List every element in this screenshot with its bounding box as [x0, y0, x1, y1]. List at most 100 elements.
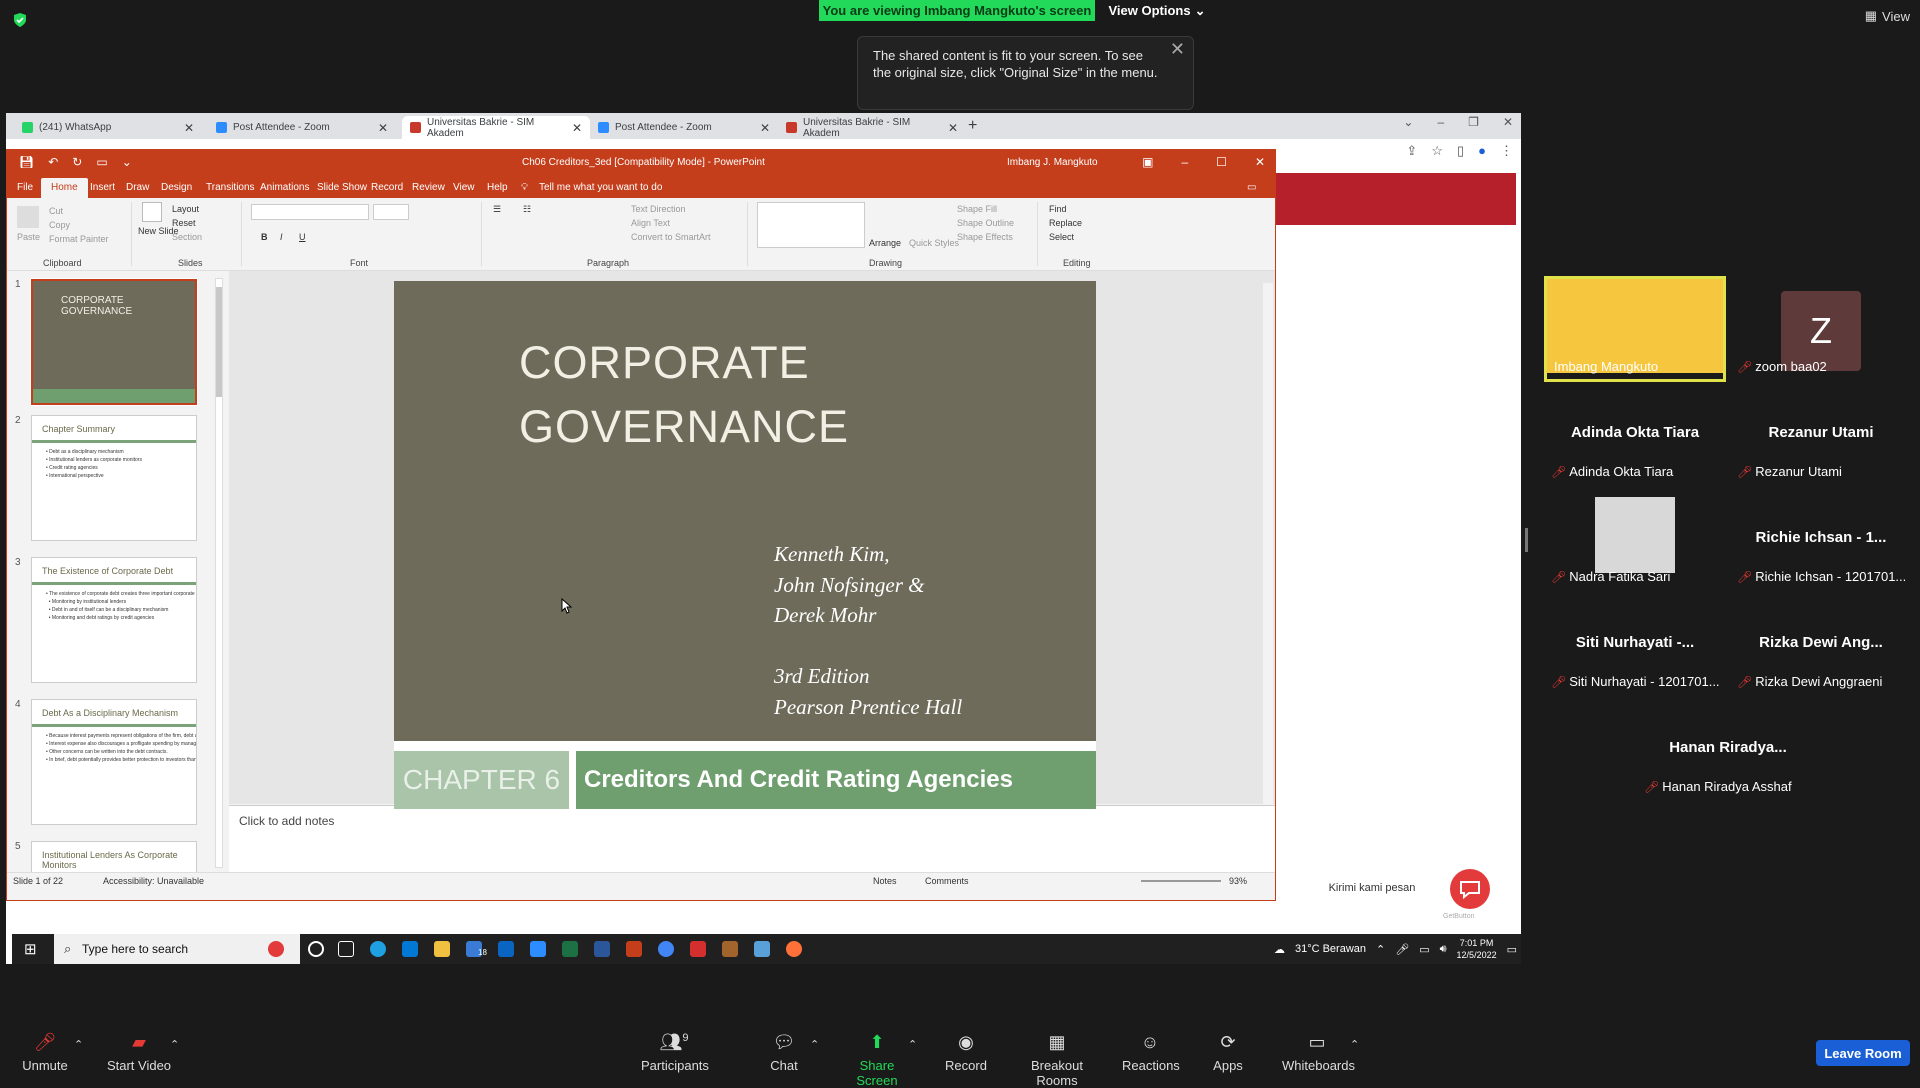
ribbon-display-icon[interactable]: ▣	[1142, 155, 1153, 169]
file-explorer-icon[interactable]	[434, 941, 450, 957]
browser-tab-bakrie-2[interactable]: Universitas Bakrie - SIM Akadem ✕	[778, 116, 966, 139]
slide-1[interactable]: CORPORATE GOVERNANCE Kenneth Kim, John Nof…	[394, 281, 1096, 809]
close-icon[interactable]: ✕	[1170, 40, 1185, 58]
maximize-icon[interactable]: ☐	[1216, 155, 1227, 169]
edge-icon[interactable]	[370, 941, 386, 957]
scrollbar-thumb[interactable]	[216, 287, 222, 397]
taskbar-search[interactable]: Type here to search	[54, 934, 300, 964]
notifications-icon[interactable]: ▭	[1507, 943, 1517, 956]
paste-button[interactable]: Paste	[17, 232, 40, 242]
new-slide-icon[interactable]	[142, 202, 162, 222]
slide-thumbnail-3[interactable]: The Existence of Corporate Debt • The exi…	[31, 557, 197, 683]
chevron-up-icon[interactable]: ⌃	[74, 1038, 83, 1051]
tab-view[interactable]: View	[453, 182, 475, 193]
redo-icon[interactable]: ↻	[72, 155, 82, 169]
leave-room-button[interactable]: Leave Room	[1816, 1040, 1910, 1066]
minimize-icon[interactable]: –	[1437, 115, 1444, 129]
participant-tile-siti[interactable]: Siti Nurhayati -... 🎤︎ Siti Nurhayati - 1…	[1544, 594, 1726, 694]
align-text-button[interactable]: Align Text	[631, 218, 670, 228]
windows-start-icon[interactable]: ⊞	[24, 940, 37, 958]
quick-styles-button[interactable]: Quick Styles	[909, 238, 959, 248]
close-icon[interactable]: ✕	[184, 121, 194, 135]
chevron-up-icon[interactable]: ⌃	[170, 1038, 179, 1051]
shape-fill-button[interactable]: Shape Fill	[957, 204, 997, 214]
cortana-icon[interactable]	[308, 941, 324, 957]
select-button[interactable]: Select	[1049, 232, 1074, 242]
tab-file[interactable]: File	[17, 182, 33, 193]
chat-widget-button[interactable]	[1450, 869, 1490, 909]
word-icon[interactable]	[594, 941, 610, 957]
view-options-button[interactable]: View Options ⌄	[1103, 0, 1211, 21]
participant-tile-richie[interactable]: Richie Ichsan - 1... 🎤︎ Richie Ichsan - 1…	[1730, 489, 1912, 589]
browser-tab-zoom-2[interactable]: Post Attendee - Zoom ✕	[590, 116, 778, 139]
slide-thumbnail-1[interactable]: CORPORATE GOVERNANCE	[30, 278, 198, 406]
zoom-slider[interactable]	[1141, 880, 1221, 882]
chat-button[interactable]: 💬︎ Chat	[766, 1032, 802, 1073]
chevron-up-icon[interactable]: ⌃	[810, 1038, 819, 1051]
tab-draw[interactable]: Draw	[126, 182, 149, 193]
more-icon[interactable]: ⋮	[1500, 143, 1513, 159]
share-icon[interactable]: ⇪	[1406, 143, 1417, 159]
close-icon[interactable]: ✕	[378, 121, 388, 135]
gallery-resize-handle[interactable]	[1525, 528, 1528, 552]
tab-insert[interactable]: Insert	[90, 182, 115, 193]
chevron-up-icon[interactable]: ⌃	[908, 1038, 917, 1051]
section-button[interactable]: Section	[172, 232, 202, 242]
whiteboards-button[interactable]: ▭ Whiteboards	[1282, 1032, 1355, 1073]
app-icon[interactable]	[722, 941, 738, 957]
close-icon[interactable]: ✕	[1255, 155, 1265, 169]
start-video-button[interactable]: ▰ Start Video	[106, 1032, 172, 1073]
reactions-button[interactable]: ☺ Reactions	[1122, 1032, 1180, 1073]
text-direction-button[interactable]: Text Direction	[631, 204, 686, 214]
numbering-icon[interactable]: ☷	[523, 204, 531, 215]
tell-me-search[interactable]: Tell me what you want to do	[539, 182, 662, 193]
participant-tile-imbang[interactable]: Imbang Mangkuto	[1544, 276, 1726, 382]
task-view-icon[interactable]	[338, 941, 354, 957]
bold-icon[interactable]: B	[261, 232, 268, 242]
volume-icon[interactable]: 🔊︎	[1440, 943, 1447, 956]
participant-tile-hanan[interactable]: Hanan Riradya... 🎤︎ Hanan Riradya Asshaf	[1637, 699, 1819, 799]
network-icon[interactable]: ▭	[1419, 943, 1429, 956]
star-icon[interactable]: ☆	[1431, 143, 1443, 159]
view-menu-button[interactable]: ▦ View	[1865, 8, 1910, 24]
close-icon[interactable]: ✕	[948, 121, 958, 135]
zoom-icon[interactable]	[530, 941, 546, 957]
restore-icon[interactable]: ❐	[1468, 115, 1479, 129]
participants-button[interactable]: 👥︎9 Participants	[641, 1032, 709, 1073]
arrange-button[interactable]: Arrange	[869, 238, 901, 248]
chevron-up-icon[interactable]: ⌃	[1350, 1038, 1359, 1051]
customize-icon[interactable]: ⌄	[122, 155, 132, 169]
excel-icon[interactable]	[562, 941, 578, 957]
participant-tile-rizka[interactable]: Rizka Dewi Ang... 🎤︎ Rizka Dewi Anggraeni	[1730, 594, 1912, 694]
replace-button[interactable]: Replace	[1049, 218, 1082, 228]
browser-tab-bakrie-1[interactable]: Universitas Bakrie - SIM Akadem ✕	[402, 116, 590, 139]
participant-tile-nadra[interactable]: 🎤︎ Nadra Fatika Sari	[1544, 489, 1726, 589]
layout-button[interactable]: Layout	[172, 204, 199, 214]
tab-review[interactable]: Review	[412, 182, 445, 193]
slideshow-icon[interactable]: ▭	[96, 155, 107, 169]
font-name-select[interactable]	[251, 204, 369, 220]
new-tab-button[interactable]: +	[968, 117, 977, 135]
thumbnails-scrollbar[interactable]	[215, 278, 223, 868]
chevron-up-icon[interactable]: ⌃	[1376, 943, 1385, 956]
clock[interactable]: 7:01 PM 12/5/2022	[1457, 937, 1497, 961]
participant-tile-rezanur[interactable]: Rezanur Utami 🎤︎ Rezanur Utami	[1730, 384, 1912, 484]
copy-button[interactable]: Copy	[49, 220, 70, 230]
slide-scrollbar[interactable]	[1263, 283, 1273, 819]
comments-icon[interactable]: ▭	[1247, 182, 1256, 193]
powerpoint-icon[interactable]	[626, 941, 642, 957]
user-name[interactable]: Imbang J. Mangkuto	[1007, 157, 1098, 168]
notes-pane[interactable]: Click to add notes	[229, 805, 1275, 872]
tab-slide-show[interactable]: Slide Show	[317, 182, 367, 193]
shape-effects-button[interactable]: Shape Effects	[957, 232, 1013, 242]
shape-outline-button[interactable]: Shape Outline	[957, 218, 1014, 228]
comments-button[interactable]: Comments	[925, 876, 969, 886]
save-icon[interactable]: 💾︎	[19, 155, 34, 169]
browser-tab-zoom-1[interactable]: Post Attendee - Zoom ✕	[208, 116, 396, 139]
acrobat-icon[interactable]	[690, 941, 706, 957]
firefox-icon[interactable]	[786, 941, 802, 957]
close-icon[interactable]: ✕	[572, 121, 582, 135]
participant-tile-adinda[interactable]: Adinda Okta Tiara 🎤︎ Adinda Okta Tiara	[1544, 384, 1726, 484]
slide-thumbnail-4[interactable]: Debt As a Disciplinary Mechanism • Becaus…	[31, 699, 197, 825]
apps-button[interactable]: ⟳ Apps	[1210, 1032, 1246, 1073]
